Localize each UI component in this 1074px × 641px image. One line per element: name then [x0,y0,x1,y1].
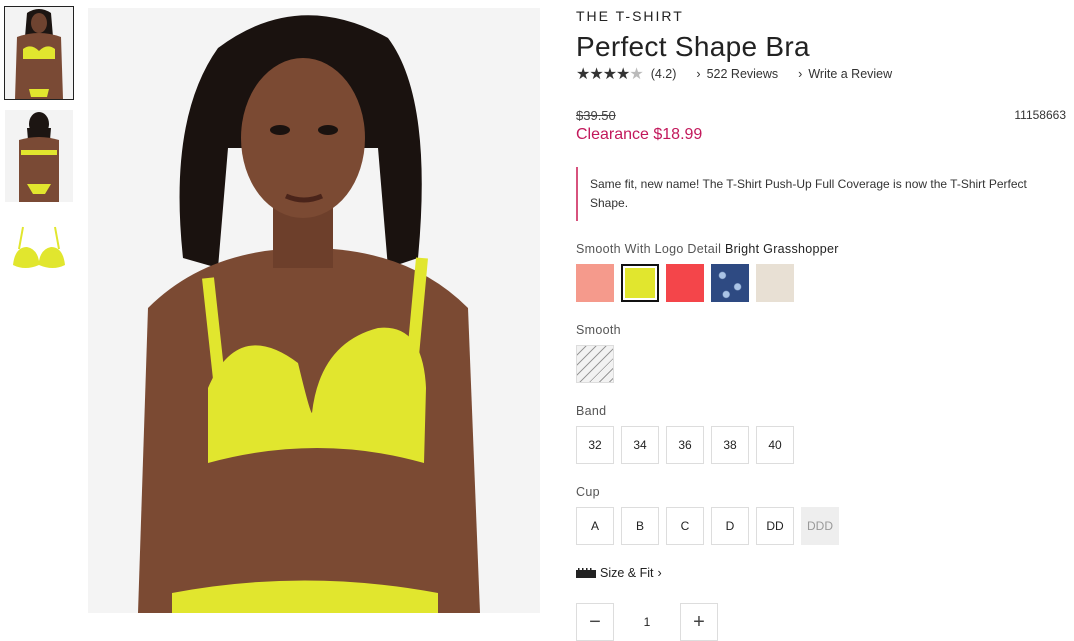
size-fit-label: Size & Fit [600,566,654,580]
model-photo [88,8,540,613]
color-group-label: Smooth With Logo Detail [576,242,722,256]
product-notice: Same fit, new name! The T-Shirt Push-Up … [576,167,1068,221]
color-swatch-bright-grasshopper[interactable] [621,264,659,302]
cup-option[interactable]: A [576,507,614,545]
band-option[interactable]: 36 [666,426,704,464]
cup-option-unavailable: DDD [801,507,839,545]
band-options: 32 34 36 38 40 [576,426,794,464]
star-rating: ★★★★★ [576,64,644,84]
color-swatches-smooth [576,345,614,383]
product-sku: 11158663 [1014,108,1066,122]
main-product-image[interactable] [88,8,540,613]
star-icon: ★ [602,66,617,83]
bra-product-thumbnail-image [5,213,73,305]
thumbnail-list [4,6,75,316]
cup-option[interactable]: B [621,507,659,545]
chevron-right-icon: › [657,566,662,580]
sale-price: Clearance $18.99 [576,126,703,143]
quantity-stepper: − 1 + [576,603,718,641]
rating-row: ★★★★★ (4.2) › 522 Reviews › Write a Revi… [576,64,892,84]
band-option[interactable]: 40 [756,426,794,464]
thumbnail-front[interactable] [4,6,74,100]
model-back-thumbnail-image [5,110,73,202]
band-option[interactable]: 38 [711,426,749,464]
color-group2-label: Smooth [576,323,621,337]
color-swatch-nude[interactable] [756,264,794,302]
color-swatch-logo-print[interactable] [576,345,614,383]
cup-option[interactable]: DD [756,507,794,545]
star-icon: ★ [589,66,603,83]
cup-options: A B C D DD DDD [576,507,839,545]
star-icon: ★ [616,66,630,83]
cup-label: Cup [576,485,600,499]
ruler-icon [576,568,596,578]
thumbnail-back[interactable] [5,110,73,202]
chevron-right-icon: › [798,67,803,81]
product-brand: THE T-SHIRT [576,8,684,24]
original-price: $39.50 [576,108,616,123]
band-label: Band [576,404,607,418]
color-swatches [576,264,794,302]
reviews-link[interactable]: 522 Reviews [707,67,779,81]
cup-option[interactable]: D [711,507,749,545]
write-review-link[interactable]: Write a Review [808,67,892,81]
cup-option[interactable]: C [666,507,704,545]
size-fit-link[interactable]: Size & Fit › [576,566,662,580]
band-option[interactable]: 32 [576,426,614,464]
selected-color-name: Bright Grasshopper [724,242,839,256]
band-option[interactable]: 34 [621,426,659,464]
thumbnail-product[interactable] [5,213,73,305]
product-title: Perfect Shape Bra [576,31,810,62]
model-front-thumbnail-image [5,7,73,99]
color-swatch-coral[interactable] [576,264,614,302]
quantity-decrease-button[interactable]: − [576,603,614,641]
color-label: Smooth With Logo Detail Bright Grasshopp… [576,242,839,256]
quantity-value[interactable]: 1 [614,603,680,629]
quantity-increase-button[interactable]: + [680,603,718,641]
rating-value: (4.2) [650,67,677,81]
color-swatch-red[interactable] [666,264,704,302]
color-swatch-blue-print[interactable] [711,264,749,302]
star-icon: ★ [576,66,590,83]
star-icon: ★ [629,66,643,83]
chevron-right-icon: › [696,67,701,81]
